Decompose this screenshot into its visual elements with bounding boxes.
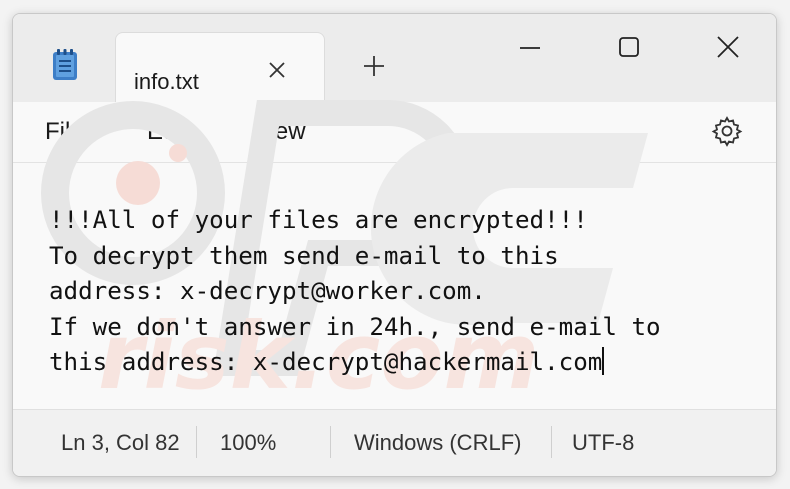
- close-icon[interactable]: [703, 28, 753, 68]
- menu-bar: File Edit View: [13, 102, 776, 163]
- menu-view[interactable]: View: [254, 118, 306, 146]
- text-caret: [602, 347, 605, 375]
- menu-file[interactable]: File: [45, 118, 84, 146]
- notepad-window: info.txt File Edit View risk.com !!!All …: [12, 13, 777, 477]
- menu-edit[interactable]: Edit: [147, 118, 188, 146]
- zoom-level[interactable]: 100%: [220, 430, 276, 456]
- document-text[interactable]: !!!All of your files are encrypted!!! To…: [49, 203, 661, 381]
- tab-title: info.txt: [134, 69, 199, 94]
- minimize-icon[interactable]: [505, 28, 555, 68]
- encoding[interactable]: UTF-8: [572, 430, 634, 456]
- line-endings[interactable]: Windows (CRLF): [354, 430, 521, 456]
- maximize-icon[interactable]: [604, 28, 654, 68]
- cursor-position: Ln 3, Col 82: [61, 430, 180, 455]
- document-content: !!!All of your files are encrypted!!! To…: [49, 206, 661, 376]
- text-editor[interactable]: risk.com !!!All of your files are encryp…: [13, 100, 776, 408]
- plus-icon[interactable]: [359, 51, 389, 81]
- gear-icon[interactable]: [711, 115, 743, 147]
- title-bar: info.txt: [13, 14, 776, 103]
- close-icon[interactable]: [264, 57, 290, 83]
- status-divider: [330, 426, 331, 458]
- notepad-app-icon: [53, 49, 77, 80]
- tab-info-txt[interactable]: info.txt: [115, 32, 325, 103]
- status-divider: [551, 426, 552, 458]
- status-divider: [196, 426, 197, 458]
- status-bar: Ln 3, Col 82 100% Windows (CRLF) UTF-8: [13, 409, 776, 476]
